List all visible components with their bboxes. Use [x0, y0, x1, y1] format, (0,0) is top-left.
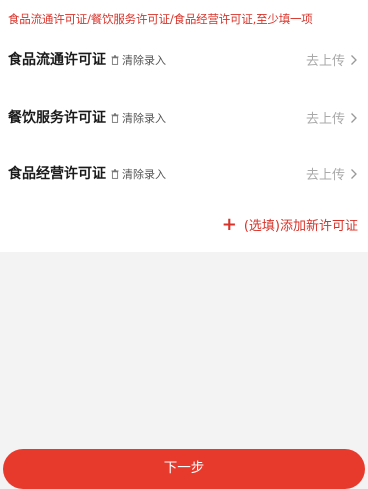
- clear-entry-label: 清除录入: [122, 168, 166, 181]
- upload-label: 去上传: [305, 112, 345, 127]
- trash-icon: [111, 169, 119, 179]
- chevron-right-icon: [351, 54, 357, 65]
- add-license-button[interactable]: + (选填)添加新许可证: [222, 215, 358, 234]
- license-title: 餐饮服务许可证: [8, 110, 106, 126]
- clear-entry-button[interactable]: 清除录入: [111, 166, 166, 182]
- trash-icon: [111, 55, 119, 65]
- clear-entry-label: 清除录入: [122, 54, 166, 67]
- next-step-button[interactable]: 下一步: [3, 449, 365, 489]
- trash-icon: [111, 113, 119, 123]
- license-row-food-business: 食品经营许可证 清除录入 去上传: [0, 157, 368, 187]
- upload-button[interactable]: 去上传: [306, 50, 358, 69]
- clear-entry-label: 清除录入: [122, 112, 166, 125]
- license-title: 食品流通许可证: [8, 52, 106, 68]
- chevron-right-icon: [351, 112, 357, 123]
- license-form-card: 食品流通许可证/餐饮服务许可证/食品经营许可证,至少填一项 食品流通许可证 清除…: [0, 0, 368, 252]
- clear-entry-button[interactable]: 清除录入: [111, 52, 166, 68]
- license-row-food-circulation: 食品流通许可证 清除录入 去上传: [0, 43, 368, 73]
- required-notice: 食品流通许可证/餐饮服务许可证/食品经营许可证,至少填一项: [8, 12, 313, 26]
- clear-entry-button[interactable]: 清除录入: [111, 110, 166, 126]
- plus-icon: +: [221, 213, 237, 235]
- license-row-catering-service: 餐饮服务许可证 清除录入 去上传: [0, 101, 368, 131]
- upload-label: 去上传: [305, 54, 345, 69]
- add-license-label: (选填)添加新许可证: [243, 219, 358, 234]
- license-title: 食品经营许可证: [8, 166, 106, 182]
- upload-label: 去上传: [305, 168, 345, 183]
- upload-button[interactable]: 去上传: [306, 164, 358, 183]
- upload-button[interactable]: 去上传: [306, 108, 358, 127]
- chevron-right-icon: [351, 168, 357, 179]
